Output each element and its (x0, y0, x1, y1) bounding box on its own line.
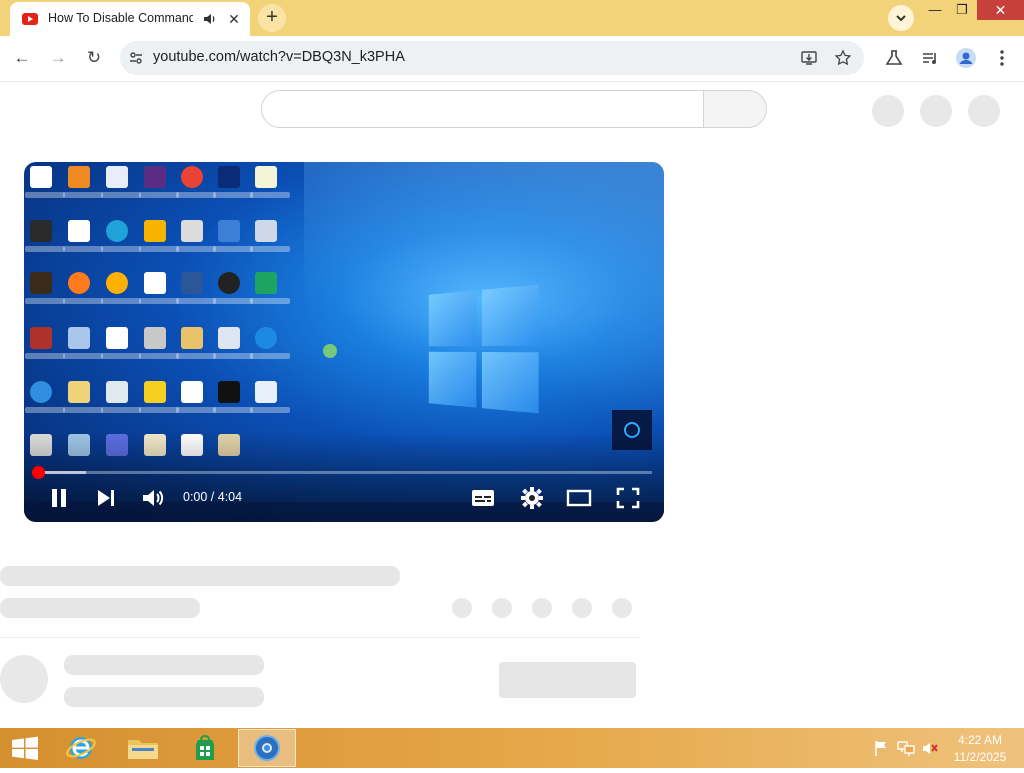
captions-icon[interactable] (470, 486, 496, 510)
tab-close-button[interactable]: ✕ (226, 11, 242, 27)
address-bar[interactable]: youtube.com/watch?v=DBQ3N_k3PHA (120, 41, 864, 75)
site-info-icon[interactable] (128, 50, 144, 66)
windows-logo-wallpaper (428, 284, 541, 414)
new-tab-button[interactable]: + (258, 4, 286, 32)
flag-icon[interactable] (872, 739, 890, 757)
cursor-highlight (323, 344, 337, 358)
bookmark-star-icon[interactable] (834, 49, 852, 67)
action-placeholder (492, 598, 512, 618)
theater-mode-icon[interactable] (566, 486, 592, 510)
url-text[interactable]: youtube.com/watch?v=DBQ3N_k3PHA (153, 49, 405, 65)
tab-search-button[interactable] (888, 5, 914, 31)
progress-scrubber[interactable] (32, 466, 45, 479)
store-icon[interactable] (178, 728, 232, 768)
media-control-icon[interactable] (918, 46, 942, 70)
install-app-icon[interactable] (800, 49, 818, 67)
progress-bar[interactable] (36, 471, 652, 474)
chrome-icon (254, 735, 280, 761)
windows-taskbar: 4:22 AM 11/2/2025 (0, 728, 1024, 768)
youtube-favicon-icon (22, 13, 38, 25)
menu-kebab-icon[interactable] (990, 46, 1014, 70)
youtube-search-button[interactable] (703, 90, 767, 128)
chrome-taskbar-button[interactable] (238, 729, 296, 767)
video-player[interactable]: 0:00 / 4:04 (24, 162, 664, 522)
action-placeholder (452, 598, 472, 618)
next-icon[interactable] (94, 486, 120, 510)
pause-icon[interactable] (46, 486, 72, 510)
progress-buffered (38, 471, 86, 474)
reload-button[interactable]: ↻ (82, 46, 106, 70)
tab-title: How To Disable Command P (48, 11, 193, 25)
window-close-button[interactable]: ✕ (977, 0, 1024, 20)
time-display: 0:00 / 4:04 (183, 490, 243, 504)
clock-date[interactable]: 11/2/2025 (948, 750, 1012, 764)
windows-start-icon[interactable] (0, 728, 54, 768)
title-bar: How To Disable Command P ✕ + — ❐ ✕ (0, 0, 1024, 36)
browser-toolbar: ← → ↻ youtube.com/watch?v=DBQ3N_k3PHA (0, 36, 1024, 82)
action-placeholder (572, 598, 592, 618)
volume-icon[interactable] (140, 486, 166, 510)
header-placeholder-button (872, 95, 904, 127)
network-icon[interactable] (896, 739, 916, 757)
browser-tab[interactable]: How To Disable Command P ✕ (10, 2, 250, 36)
header-placeholder-button (968, 95, 1000, 127)
file-explorer-icon[interactable] (116, 728, 170, 768)
fullscreen-icon[interactable] (615, 486, 641, 510)
channel-meta-placeholder (64, 687, 264, 707)
title-placeholder (0, 566, 400, 586)
header-placeholder-button (920, 95, 952, 127)
channel-name-placeholder (64, 655, 264, 675)
speaker-icon[interactable] (202, 11, 218, 27)
action-placeholder (532, 598, 552, 618)
divider (0, 637, 640, 638)
internet-explorer-icon[interactable] (54, 728, 108, 768)
subtitle-placeholder (0, 598, 200, 618)
subscribe-placeholder (499, 662, 636, 698)
channel-avatar-placeholder (0, 655, 48, 703)
profile-avatar-icon[interactable] (954, 46, 978, 70)
youtube-search-input[interactable] (261, 90, 704, 128)
forward-button[interactable]: → (46, 46, 70, 70)
labs-flask-icon[interactable] (882, 46, 906, 70)
volume-muted-icon[interactable] (921, 739, 939, 757)
settings-icon[interactable] (519, 486, 545, 510)
action-placeholder (612, 598, 632, 618)
desktop-icons (24, 162, 294, 472)
chevron-down-icon (896, 15, 906, 22)
clock-time[interactable]: 4:22 AM (948, 733, 1012, 747)
restore-button[interactable]: ❐ (945, 0, 979, 20)
back-button[interactable]: ← (10, 46, 34, 70)
